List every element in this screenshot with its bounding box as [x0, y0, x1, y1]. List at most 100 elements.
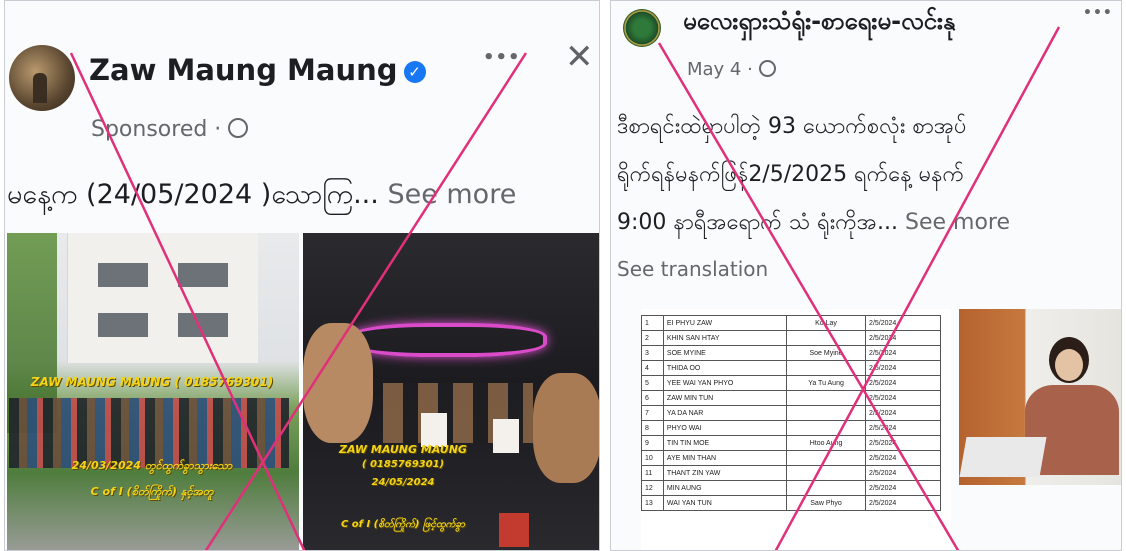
- woman-photo[interactable]: [959, 309, 1121, 485]
- globe-icon: [758, 60, 776, 77]
- table-cell: 2/5/2024: [865, 375, 941, 391]
- man-face-right: [533, 373, 599, 483]
- document-pages: [421, 413, 447, 447]
- building: [67, 233, 258, 363]
- verified-badge-icon: ✓: [403, 61, 426, 83]
- table-cell: 2/5/2024: [865, 495, 941, 511]
- red-passport: [499, 513, 529, 547]
- table-row: 6 ZAW MIN TUN 2/5/2024: [641, 390, 941, 406]
- author-avatar[interactable]: [9, 45, 75, 111]
- more-options-icon[interactable]: •••: [483, 47, 521, 68]
- woman-face: [1055, 349, 1083, 381]
- table-cell: 5: [641, 375, 664, 391]
- table-cell: [786, 405, 867, 421]
- table-cell: 2/5/2024: [865, 330, 941, 346]
- table-row: 2 KHIN SAN HTAY 2/5/2024: [641, 330, 941, 346]
- see-translation-link[interactable]: See translation: [617, 257, 768, 281]
- table-cell: EI PHYU ZAW: [662, 315, 788, 331]
- table-cell: TIN TIN MOE: [662, 435, 788, 451]
- table-cell: 8: [641, 420, 664, 436]
- name-list-table: 1 EI PHYU ZAW Ko Lay 2/5/2024 2 KHIN SAN HTAY…: [641, 315, 941, 511]
- author-name-text[interactable]: Zaw Maung Maung: [89, 53, 398, 87]
- table-cell: 2/5/2024: [865, 390, 941, 406]
- table-cell: KHIN SAN HTAY: [662, 330, 788, 346]
- post-text-content: မနေ့က (24/05/2024 )သောကြ...: [7, 179, 379, 210]
- close-icon[interactable]: ✕: [565, 37, 594, 77]
- table-cell: YA DA NAR: [662, 405, 788, 421]
- embassy-seal-avatar[interactable]: [623, 9, 661, 47]
- photo-caption-line: ZAW MAUNG MAUNG ( 0185769301): [30, 375, 274, 389]
- table-row: 10 AYE MIN THAN 2/5/2024: [641, 450, 941, 466]
- table-cell: 2/5/2024: [865, 480, 941, 496]
- table-cell: [786, 450, 867, 466]
- table-cell: 6: [641, 390, 664, 406]
- table-cell: 7: [641, 405, 664, 421]
- group-of-people: [9, 398, 289, 468]
- left-post-screenshot: Zaw Maung Maung ✓ Sponsored · ••• ✕ မနေ့က…: [4, 0, 600, 551]
- name-list-document[interactable]: 1 EI PHYU ZAW Ko Lay 2/5/2024 2 KHIN SAN HTAY…: [641, 309, 951, 550]
- car-roof-light: [349, 323, 547, 357]
- table-cell: [786, 330, 867, 346]
- table-row: 5 YEE WAI YAN PHYO Ya Tu Aung 2/5/2024: [641, 375, 941, 391]
- table-cell: Saw Phyo: [786, 495, 867, 511]
- table-cell: 11: [641, 465, 664, 481]
- post-date: May 4 ·: [687, 59, 759, 80]
- table-cell: 2/5/2024: [865, 345, 941, 361]
- table-cell: 2/5/2024: [865, 420, 941, 436]
- table-row: 13 WAI YAN TUN Saw Phyo 2/5/2024: [641, 495, 941, 511]
- table-cell: 2/5/2024: [865, 435, 941, 451]
- post-text: မနေ့က (24/05/2024 )သောကြ... See more: [7, 177, 516, 217]
- table-cell: THANT ZIN YAW: [662, 465, 788, 481]
- table-cell: AYE MIN THAN: [662, 450, 788, 466]
- table-cell: SOE MYINE: [662, 345, 788, 361]
- author-name[interactable]: မလေးရှားသံရုံး-စာရေးမ-လင်းနု: [683, 5, 955, 41]
- post-meta: Sponsored ·: [91, 117, 249, 142]
- table-cell: 4: [641, 360, 664, 376]
- post-photo-car-selfie[interactable]: ZAW MAUNG MAUNG ( 0185769301) 24/05/2024…: [303, 233, 599, 550]
- right-post-screenshot: မလေးရှားသံရုံး-စာရေးမ-လင်းနု May 4 · •••…: [610, 0, 1122, 551]
- post-text-line: ရိုက်ရန်မနက်ဖြန်2/5/2025 ရက်နေ့ မနက်: [617, 162, 965, 187]
- table-cell: THIDA OO: [662, 360, 788, 376]
- table-row: 11 THANT ZIN YAW 2/5/2024: [641, 465, 941, 481]
- table-cell: [786, 465, 867, 481]
- more-options-icon[interactable]: •••: [1083, 5, 1113, 21]
- table-row: 8 PHYO WAI 2/5/2024: [641, 420, 941, 436]
- table-cell: 2/5/2024: [865, 360, 941, 376]
- sponsored-label: Sponsored ·: [91, 117, 229, 142]
- table-cell: 10: [641, 450, 664, 466]
- photo-caption-line: 24/03/2024 တွင်ထွက်ခွာသွားသော: [71, 459, 233, 472]
- table-cell: 9: [641, 435, 664, 451]
- man-face-left: [303, 323, 373, 443]
- papers: [959, 437, 1047, 477]
- table-cell: [786, 480, 867, 496]
- table-cell: 2/5/2024: [865, 315, 941, 331]
- author-name[interactable]: Zaw Maung Maung ✓: [89, 53, 426, 87]
- post-text-line: ဒီစာရင်းထဲမှာပါတဲ့ 93 ယောက်စလုံး စာအုပ်: [617, 114, 967, 139]
- table-cell: 3: [641, 345, 664, 361]
- see-more-link[interactable]: See more: [387, 179, 516, 210]
- photo-caption-line: C of I (စိတ်ကြိုက်) နှင့်အတူ: [90, 485, 214, 498]
- table-row: 7 YA DA NAR 2/5/2024: [641, 405, 941, 421]
- table-row: 3 SOE MYINE Soe Myine 2/5/2024: [641, 345, 941, 361]
- post-photo-group[interactable]: ZAW MAUNG MAUNG ( 0185769301) 24/03/2024…: [7, 233, 299, 550]
- table-cell: [786, 360, 867, 376]
- table-cell: Ko Lay: [786, 315, 867, 331]
- table-cell: 2/5/2024: [865, 450, 941, 466]
- table-cell: Htoo Aung: [786, 435, 867, 451]
- table-cell: 13: [641, 495, 664, 511]
- table-cell: [786, 390, 867, 406]
- table-cell: Ya Tu Aung: [786, 375, 867, 391]
- post-meta: May 4 ·: [687, 59, 776, 80]
- globe-icon: [228, 118, 249, 138]
- table-row: 4 THIDA OO 2/5/2024: [641, 360, 941, 376]
- photo-caption-line: C of I (စိတ်ကြိုက်) ဖြင့်ထွက်ခွာ: [340, 519, 466, 530]
- table-cell: ZAW MIN TUN: [662, 390, 788, 406]
- table-row: 9 TIN TIN MOE Htoo Aung 2/5/2024: [641, 435, 941, 451]
- table-cell: WAI YAN TUN: [662, 495, 788, 511]
- see-more-link[interactable]: See more: [905, 210, 1010, 235]
- table-cell: 2: [641, 330, 664, 346]
- table-cell: 2/5/2024: [865, 465, 941, 481]
- table-cell: Soe Myine: [786, 345, 867, 361]
- table-cell: 1: [641, 315, 664, 331]
- post-text-content: 9:00 နာရီအရောက် သံ ရုံးကိုအ...: [617, 210, 898, 235]
